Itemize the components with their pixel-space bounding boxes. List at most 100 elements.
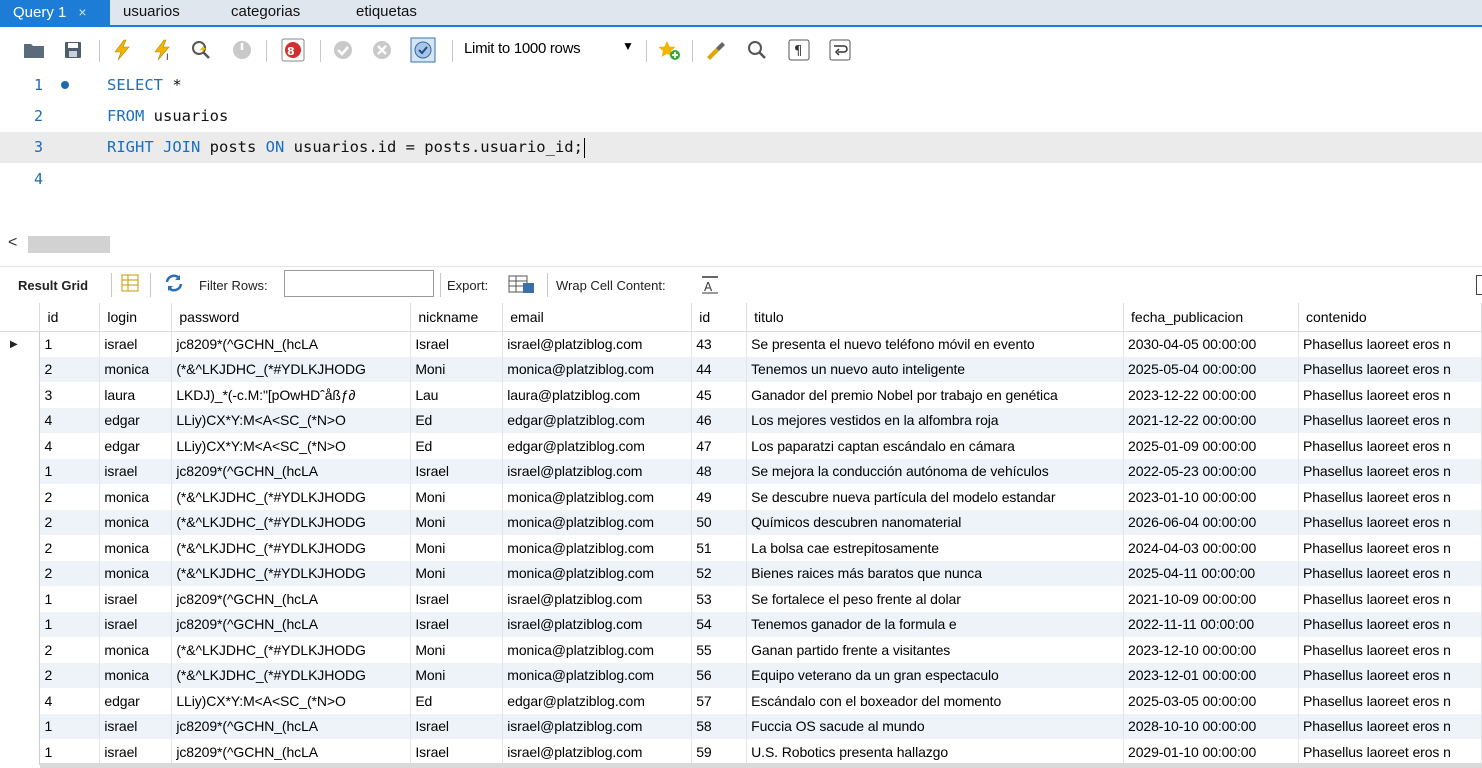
table-cell[interactable]: monica@platziblog.com [502,356,693,382]
table-cell[interactable]: 56 [691,662,748,688]
table-cell[interactable]: Phasellus laoreet eros n [1298,739,1482,765]
result-grid[interactable]: id login password nickname email id titu… [0,303,1482,768]
table-cell[interactable]: Israel [410,611,504,637]
row-marker[interactable] [0,688,41,714]
editor-horizontal-scrollbar[interactable]: < [0,232,1482,257]
table-cell[interactable]: 2023-01-10 00:00:00 [1123,484,1299,510]
table-cell[interactable]: 4 [39,433,101,459]
table-cell[interactable]: monica [99,560,173,586]
table-cell[interactable]: 1 [39,458,101,484]
table-cell[interactable]: 2 [39,356,101,382]
table-cell[interactable]: monica@platziblog.com [502,484,693,510]
column-header[interactable]: fecha_publicacion [1123,303,1299,332]
table-cell[interactable]: israel [99,331,173,357]
table-row[interactable]: 1 israel jc8209*(^GCHN_(hcLA Israel israel@p… [0,458,1482,484]
panel-toggle-icon[interactable] [1476,275,1482,295]
column-header[interactable]: login [99,303,173,332]
table-cell[interactable]: Ed [410,407,504,433]
table-cell[interactable]: (*&^LKJDHC_(*#YDLKJHODG [171,662,412,688]
execute-current-icon[interactable]: I [150,37,176,63]
table-row[interactable]: 3 laura LKDJ)_*(-c.M:"[pOwHDˆåßƒ∂ Lau laura@… [0,382,1482,408]
row-marker[interactable] [0,560,41,586]
table-cell[interactable]: 49 [691,484,748,510]
wrap-cell-icon[interactable]: A [700,275,720,298]
tab-categorias[interactable]: categorias [231,0,300,25]
table-cell[interactable]: Equipo veterano da un gran espectaculo [746,662,1125,688]
form-editor-icon[interactable] [121,273,139,296]
stop-icon[interactable] [229,37,255,63]
table-cell[interactable]: israel [99,611,173,637]
table-row[interactable]: 1 israel jc8209*(^GCHN_(hcLA Israel israel@p… [0,713,1482,739]
table-cell[interactable]: israel@platziblog.com [502,331,693,357]
table-cell[interactable]: Phasellus laoreet eros n [1298,382,1482,408]
table-cell[interactable]: jc8209*(^GCHN_(hcLA [171,586,412,612]
table-cell[interactable]: jc8209*(^GCHN_(hcLA [171,713,412,739]
table-row[interactable]: 2 monica (*&^LKJDHC_(*#YDLKJHODG Moni monica… [0,637,1482,663]
column-header[interactable]: id [39,303,101,332]
table-cell[interactable]: 4 [39,688,101,714]
table-cell[interactable]: jc8209*(^GCHN_(hcLA [171,739,412,765]
table-cell[interactable]: 58 [691,713,748,739]
table-cell[interactable]: 54 [691,611,748,637]
table-cell[interactable]: Fuccia OS sacude al mundo [746,713,1125,739]
table-cell[interactable]: israel [99,586,173,612]
table-cell[interactable]: 2022-05-23 00:00:00 [1123,458,1299,484]
table-cell[interactable]: 1 [39,713,101,739]
table-cell[interactable]: (*&^LKJDHC_(*#YDLKJHODG [171,560,412,586]
table-cell[interactable]: 1 [39,611,101,637]
table-cell[interactable]: 2025-04-11 00:00:00 [1123,560,1299,586]
column-header[interactable]: email [502,303,693,332]
table-cell[interactable]: 46 [691,407,748,433]
row-marker[interactable] [0,458,41,484]
table-cell[interactable]: jc8209*(^GCHN_(hcLA [171,458,412,484]
table-cell[interactable]: Phasellus laoreet eros n [1298,356,1482,382]
row-marker[interactable] [0,611,41,637]
table-cell[interactable]: Phasellus laoreet eros n [1298,560,1482,586]
table-cell[interactable]: israel@platziblog.com [502,713,693,739]
close-icon[interactable]: × [78,0,86,24]
table-cell[interactable]: 2022-11-11 00:00:00 [1123,611,1299,637]
table-cell[interactable]: Tenemos ganador de la formula e [746,611,1125,637]
table-cell[interactable]: (*&^LKJDHC_(*#YDLKJHODG [171,356,412,382]
row-marker[interactable] [0,433,41,459]
table-cell[interactable]: Israel [410,713,504,739]
limit-rows-select[interactable]: Limit to 1000 rows [464,40,581,57]
row-marker[interactable] [0,713,41,739]
table-cell[interactable]: edgar@platziblog.com [502,688,693,714]
table-cell[interactable]: LKDJ)_*(-c.M:"[pOwHDˆåßƒ∂ [171,382,412,408]
table-cell[interactable]: monica [99,535,173,561]
table-cell[interactable]: laura [99,382,173,408]
table-cell[interactable]: 2021-12-22 00:00:00 [1123,407,1299,433]
row-marker[interactable] [0,356,41,382]
editor-line[interactable]: 1 SELECT * [0,70,1482,101]
table-cell[interactable]: israel@platziblog.com [502,739,693,765]
table-cell[interactable]: 2 [39,484,101,510]
wrap-icon[interactable] [827,37,853,63]
table-cell[interactable]: israel [99,713,173,739]
table-cell[interactable]: Phasellus laoreet eros n [1298,688,1482,714]
autocommit-icon[interactable] [410,37,436,63]
code-text[interactable]: SELECT * [107,70,182,101]
scrollbar-thumb[interactable] [28,236,110,253]
commit-icon[interactable] [330,37,356,63]
table-cell[interactable]: jc8209*(^GCHN_(hcLA [171,611,412,637]
table-cell[interactable]: Ed [410,433,504,459]
tab-query-1[interactable]: Query 1 × [0,0,110,25]
table-cell[interactable]: 2 [39,509,101,535]
table-cell[interactable]: Tenemos un nuevo auto inteligente [746,356,1125,382]
table-cell[interactable]: 2023-12-10 00:00:00 [1123,637,1299,663]
table-cell[interactable]: LLiy)CX*Y:M<A<SC_(*N>O [171,688,412,714]
table-cell[interactable]: monica [99,509,173,535]
table-cell[interactable]: 1 [39,739,101,765]
explain-icon[interactable] [189,37,215,63]
table-cell[interactable]: Moni [410,509,504,535]
table-cell[interactable]: 3 [39,382,101,408]
table-cell[interactable]: edgar@platziblog.com [502,433,693,459]
table-cell[interactable]: Químicos descubren nanomaterial [746,509,1125,535]
table-cell[interactable]: monica [99,662,173,688]
execute-icon[interactable] [109,37,135,63]
sql-editor[interactable]: 1 SELECT * 2 FROM usuarios 3 RIGHT JOIN … [0,70,1482,232]
table-cell[interactable]: Phasellus laoreet eros n [1298,611,1482,637]
table-row[interactable]: ▶ 1 israel jc8209*(^GCHN_(hcLA Israel israel@… [0,331,1482,357]
table-cell[interactable]: 2025-03-05 00:00:00 [1123,688,1299,714]
